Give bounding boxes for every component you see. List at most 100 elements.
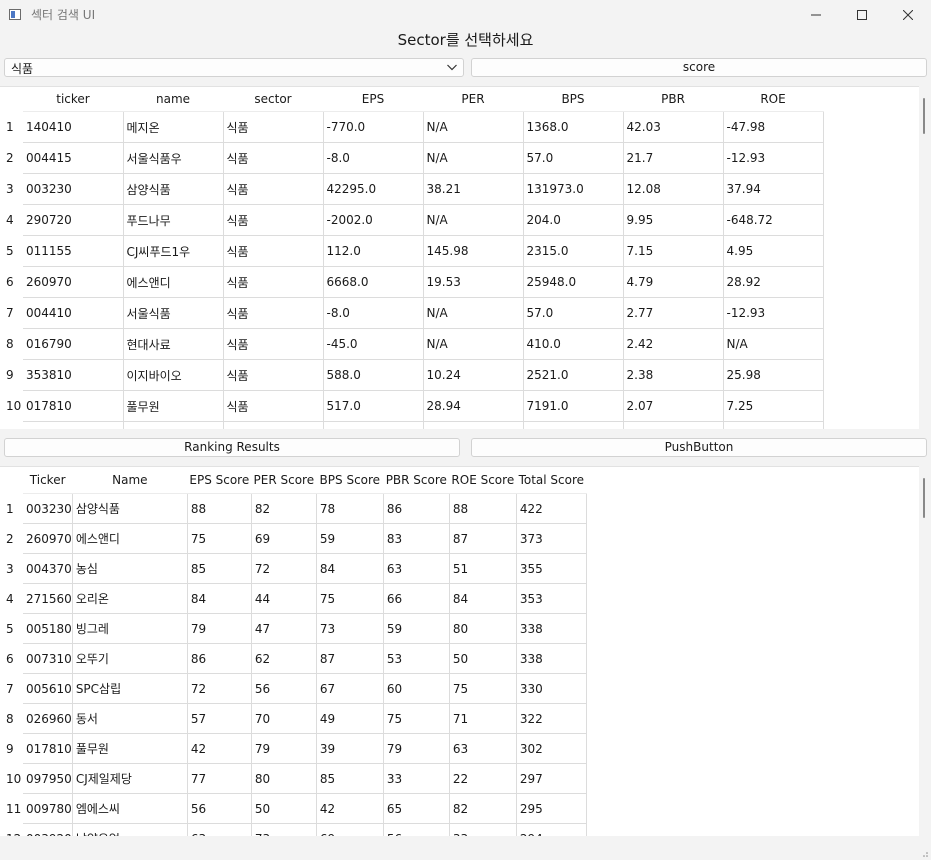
- row-number[interactable]: 3: [0, 554, 23, 584]
- table-cell[interactable]: 식품: [223, 359, 324, 391]
- table-cell[interactable]: 39: [316, 733, 384, 764]
- table-row[interactable]: 7 004410 서울식품 식품 -8.0 N/A 57.0 2.77 -12.93: [0, 297, 824, 329]
- resize-grip-icon[interactable]: [920, 849, 928, 857]
- table-cell[interactable]: 003920: [23, 823, 73, 837]
- table-cell[interactable]: 005180: [23, 613, 73, 644]
- table-cell[interactable]: 70: [251, 703, 317, 734]
- table-cell[interactable]: 에스앤디: [72, 523, 188, 554]
- table-cell[interactable]: 011155: [23, 235, 124, 267]
- table-cell[interactable]: 140410: [23, 111, 124, 143]
- table-cell[interactable]: 메지온: [123, 111, 224, 143]
- table-cell[interactable]: 오뚜기: [72, 643, 188, 674]
- table-cell[interactable]: 80: [251, 763, 317, 794]
- table-row[interactable]: 3 003230 삼양식품 식품 42295.0 38.21 131973.0 12.08 37…: [0, 173, 824, 205]
- table-cell[interactable]: 식품: [223, 328, 324, 360]
- table-cell[interactable]: -648.72: [723, 204, 824, 236]
- table-cell[interactable]: -47.98: [723, 111, 824, 143]
- table-cell[interactable]: 풀무원: [72, 733, 188, 764]
- table-cell[interactable]: 33: [383, 763, 450, 794]
- table-cell[interactable]: 84: [316, 553, 384, 584]
- table-cell[interactable]: 42295.0: [323, 173, 424, 205]
- table-cell[interactable]: 42.03: [623, 111, 724, 143]
- table-cell[interactable]: 009780: [23, 793, 73, 824]
- table-cell[interactable]: N/A: [423, 204, 524, 236]
- table-cell[interactable]: 식품: [223, 297, 324, 329]
- table-cell[interactable]: 007310: [23, 643, 73, 674]
- table-cell[interactable]: 57: [187, 703, 252, 734]
- table-cell[interactable]: N/A: [423, 111, 524, 143]
- table-cell[interactable]: -8.0: [323, 297, 424, 329]
- table-cell[interactable]: 51: [449, 553, 517, 584]
- table-row[interactable]: 6 260970 에스앤디 식품 6668.0 19.53 25948.0 4.79 28.92: [0, 266, 824, 298]
- row-number[interactable]: 12: [0, 824, 23, 838]
- table-cell[interactable]: N/A: [423, 328, 524, 360]
- sector-select[interactable]: 식품: [4, 58, 464, 77]
- table-row[interactable]: 1 003230 삼양식품 88 82 78 86 88 422: [0, 493, 587, 524]
- table-cell[interactable]: 오리온: [72, 583, 188, 614]
- row-number[interactable]: 6: [0, 267, 23, 298]
- row-number[interactable]: 6: [0, 644, 23, 674]
- table-cell[interactable]: 80: [449, 613, 517, 644]
- table-cell[interactable]: 373: [516, 523, 587, 554]
- column-header[interactable]: Name: [72, 467, 188, 494]
- column-header[interactable]: name: [123, 87, 223, 112]
- table-cell[interactable]: N/A: [423, 297, 524, 329]
- table-cell[interactable]: 79: [187, 613, 252, 644]
- table-cell[interactable]: 63: [383, 553, 450, 584]
- table-cell[interactable]: 빙그레: [72, 613, 188, 644]
- table-cell[interactable]: 353810: [23, 359, 124, 391]
- table-cell[interactable]: 302: [516, 733, 587, 764]
- table-cell[interactable]: 85: [187, 553, 252, 584]
- table-cell[interactable]: 식품: [223, 266, 324, 298]
- table-cell[interactable]: 88: [187, 493, 252, 524]
- table-row[interactable]: 5 011155 CJ씨푸드1우 식품 112.0 145.98 2315.0 7.15 4.9…: [0, 235, 824, 267]
- table-cell[interactable]: 57.0: [523, 142, 624, 174]
- column-header[interactable]: PER: [423, 87, 523, 112]
- table-cell[interactable]: 21.7: [623, 142, 724, 174]
- table-cell[interactable]: CJ제일제당: [72, 763, 188, 794]
- table-cell[interactable]: 69: [251, 523, 317, 554]
- table-cell[interactable]: 75: [187, 523, 252, 554]
- table-cell[interactable]: 65: [383, 793, 450, 824]
- scrollbar-thumb[interactable]: [923, 98, 925, 134]
- table-cell[interactable]: 33: [449, 823, 517, 837]
- table-cell[interactable]: 7.15: [623, 235, 724, 267]
- table-cell[interactable]: 82: [449, 793, 517, 824]
- row-number[interactable]: 10: [0, 764, 23, 794]
- table-cell[interactable]: 50: [449, 643, 517, 674]
- row-number[interactable]: 5: [0, 236, 23, 267]
- table-cell[interactable]: 131973.0: [523, 173, 624, 205]
- table-cell[interactable]: 서울식품: [123, 297, 224, 329]
- column-header[interactable]: BPS: [523, 87, 623, 112]
- table-cell[interactable]: 삼양식품: [72, 493, 188, 524]
- column-header[interactable]: sector: [223, 87, 323, 112]
- table-cell[interactable]: 50: [251, 793, 317, 824]
- table-cell[interactable]: SPC삼립: [72, 673, 188, 704]
- sector-table-scrollbar[interactable]: [919, 86, 931, 428]
- column-header[interactable]: BPS Score: [316, 467, 384, 494]
- table-cell[interactable]: N/A: [423, 142, 524, 174]
- table-cell[interactable]: 2315.0: [523, 235, 624, 267]
- table-cell[interactable]: 75: [449, 673, 517, 704]
- table-cell[interactable]: -45.0: [323, 328, 424, 360]
- table-cell[interactable]: 에스앤디: [123, 266, 224, 298]
- table-cell[interactable]: 017810: [23, 390, 124, 422]
- table-cell[interactable]: 1368.0: [523, 111, 624, 143]
- table-cell[interactable]: 동서: [72, 703, 188, 734]
- table-cell[interactable]: 서울식품우: [123, 142, 224, 174]
- table-cell[interactable]: 260970: [23, 523, 73, 554]
- table-row[interactable]: 9 017810 풀무원 42 79 39 79 63 302: [0, 733, 587, 764]
- close-button[interactable]: [885, 0, 931, 30]
- table-cell[interactable]: 145.98: [423, 235, 524, 267]
- table-cell[interactable]: 78: [316, 493, 384, 524]
- ranking-results-button[interactable]: Ranking Results: [4, 438, 460, 457]
- table-cell[interactable]: 86: [187, 643, 252, 674]
- table-row[interactable]: 1 140410 메지온 식품 -770.0 N/A 1368.0 42.03 -47.98: [0, 111, 824, 143]
- minimize-button[interactable]: [793, 0, 839, 30]
- row-number[interactable]: 1: [0, 494, 23, 524]
- table-row[interactable]: 12003920남양유업6373695633294: [0, 823, 587, 838]
- table-cell[interactable]: 삼양식품: [123, 173, 224, 205]
- row-number[interactable]: 5: [0, 614, 23, 644]
- row-number[interactable]: 11: [0, 794, 23, 824]
- table-cell[interactable]: -12.93: [723, 297, 824, 329]
